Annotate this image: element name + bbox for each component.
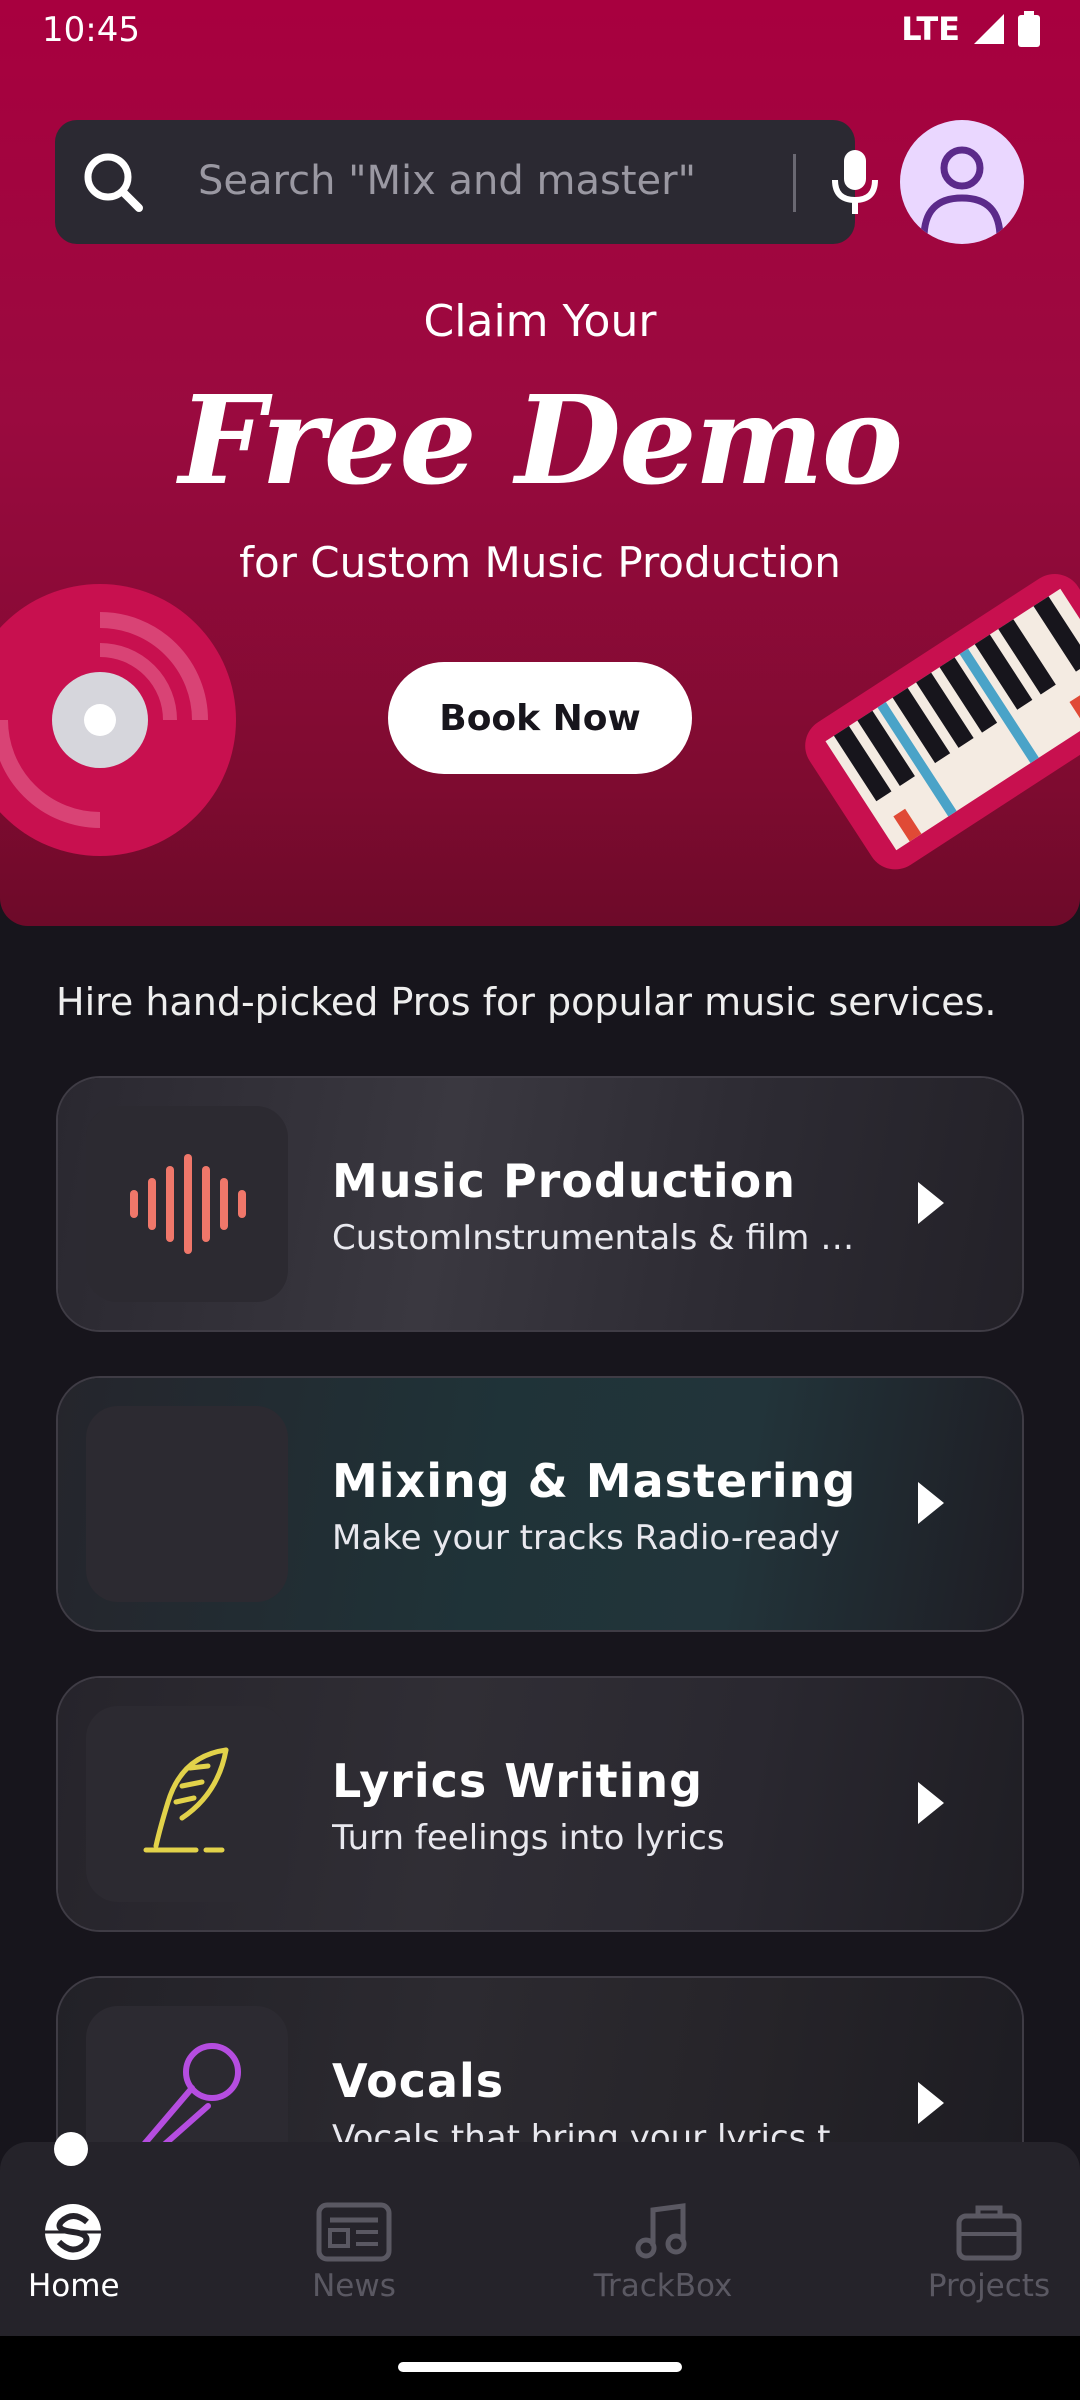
nav-label: Home [28, 2268, 120, 2304]
chevron-right-icon [918, 1182, 944, 1224]
user-icon [920, 146, 1004, 239]
network-label: LTE [901, 10, 960, 48]
service-icon-box [86, 2006, 288, 2142]
home-gesture-handle[interactable] [398, 2362, 682, 2372]
chevron-right-icon [918, 2082, 944, 2124]
nav-projects[interactable]: Projects [924, 2202, 1054, 2304]
quill-icon [143, 1747, 229, 1853]
nav-news[interactable]: News [304, 2202, 404, 2304]
nav-home[interactable]: Home [28, 2202, 120, 2304]
microphone-icon [142, 2043, 241, 2142]
vinyl-disc-illustration [0, 584, 236, 856]
book-now-button[interactable]: Book Now [388, 662, 692, 774]
nav-label: TrackBox [593, 2268, 733, 2304]
chevron-right-icon [918, 1782, 944, 1824]
service-icon-box [86, 1406, 288, 1602]
gesture-bar-area [0, 2336, 1080, 2400]
hero-line1: Claim Your [423, 296, 657, 347]
section-intro: Hire hand-picked Pros for popular music … [56, 980, 997, 1024]
service-icon-box [86, 1106, 288, 1302]
bottom-navigation: Home News TrackBox Projects [0, 2142, 1080, 2336]
search-input[interactable]: Search "Mix and master" [198, 158, 696, 204]
nav-label: Projects [927, 2268, 1051, 2304]
nav-label: News [312, 2268, 396, 2304]
service-card-vocals[interactable]: Vocals Vocals that bring your lyrics t..… [56, 1976, 1024, 2142]
service-subtitle: CustomInstrumentals & film … [332, 1218, 855, 1258]
service-subtitle: Make your tracks Radio-ready [332, 1518, 840, 1558]
status-time: 10:45 [42, 10, 140, 50]
service-card-music-production[interactable]: Music Production CustomInstrumentals & f… [56, 1076, 1024, 1332]
promo-banner: 10:45 LTE Search "Mix and master" Claim … [0, 0, 1080, 926]
music-note-icon [635, 2203, 687, 2259]
search-divider [793, 154, 796, 212]
status-bar: 10:45 LTE [0, 0, 1080, 60]
service-card-mixing-mastering[interactable]: Mixing & Mastering Make your tracks Radi… [56, 1376, 1024, 1632]
service-title: Mixing & Mastering [332, 1454, 857, 1508]
battery-icon [1018, 11, 1040, 47]
active-indicator-dot [54, 2132, 88, 2166]
soundwave-icon [130, 1154, 246, 1254]
newspaper-icon [316, 2202, 392, 2262]
service-subtitle: Vocals that bring your lyrics t... [332, 2118, 863, 2142]
home-logo-icon [45, 2204, 101, 2260]
search-icon [84, 153, 143, 212]
equalizer-icon [135, 1449, 241, 1551]
signal-icon [974, 14, 1004, 44]
hero-headline: Free Demo [178, 368, 903, 512]
service-subtitle: Turn feelings into lyrics [332, 1818, 725, 1858]
service-title: Vocals [332, 2054, 505, 2108]
service-icon-box [86, 1706, 288, 1902]
service-card-lyrics-writing[interactable]: Lyrics Writing Turn feelings into lyrics [56, 1676, 1024, 1932]
services-list: Music Production CustomInstrumentals & f… [0, 1076, 1080, 2142]
service-title: Music Production [332, 1154, 797, 1208]
search-bar[interactable]: Search "Mix and master" [55, 120, 878, 244]
keyboard-illustration [805, 573, 1080, 870]
microphone-icon[interactable] [825, 148, 885, 218]
chevron-right-icon [918, 1482, 944, 1524]
briefcase-icon [956, 2205, 1022, 2261]
profile-avatar[interactable] [900, 120, 1024, 244]
nav-trackbox[interactable]: TrackBox [588, 2202, 738, 2304]
service-title: Lyrics Writing [332, 1754, 704, 1808]
